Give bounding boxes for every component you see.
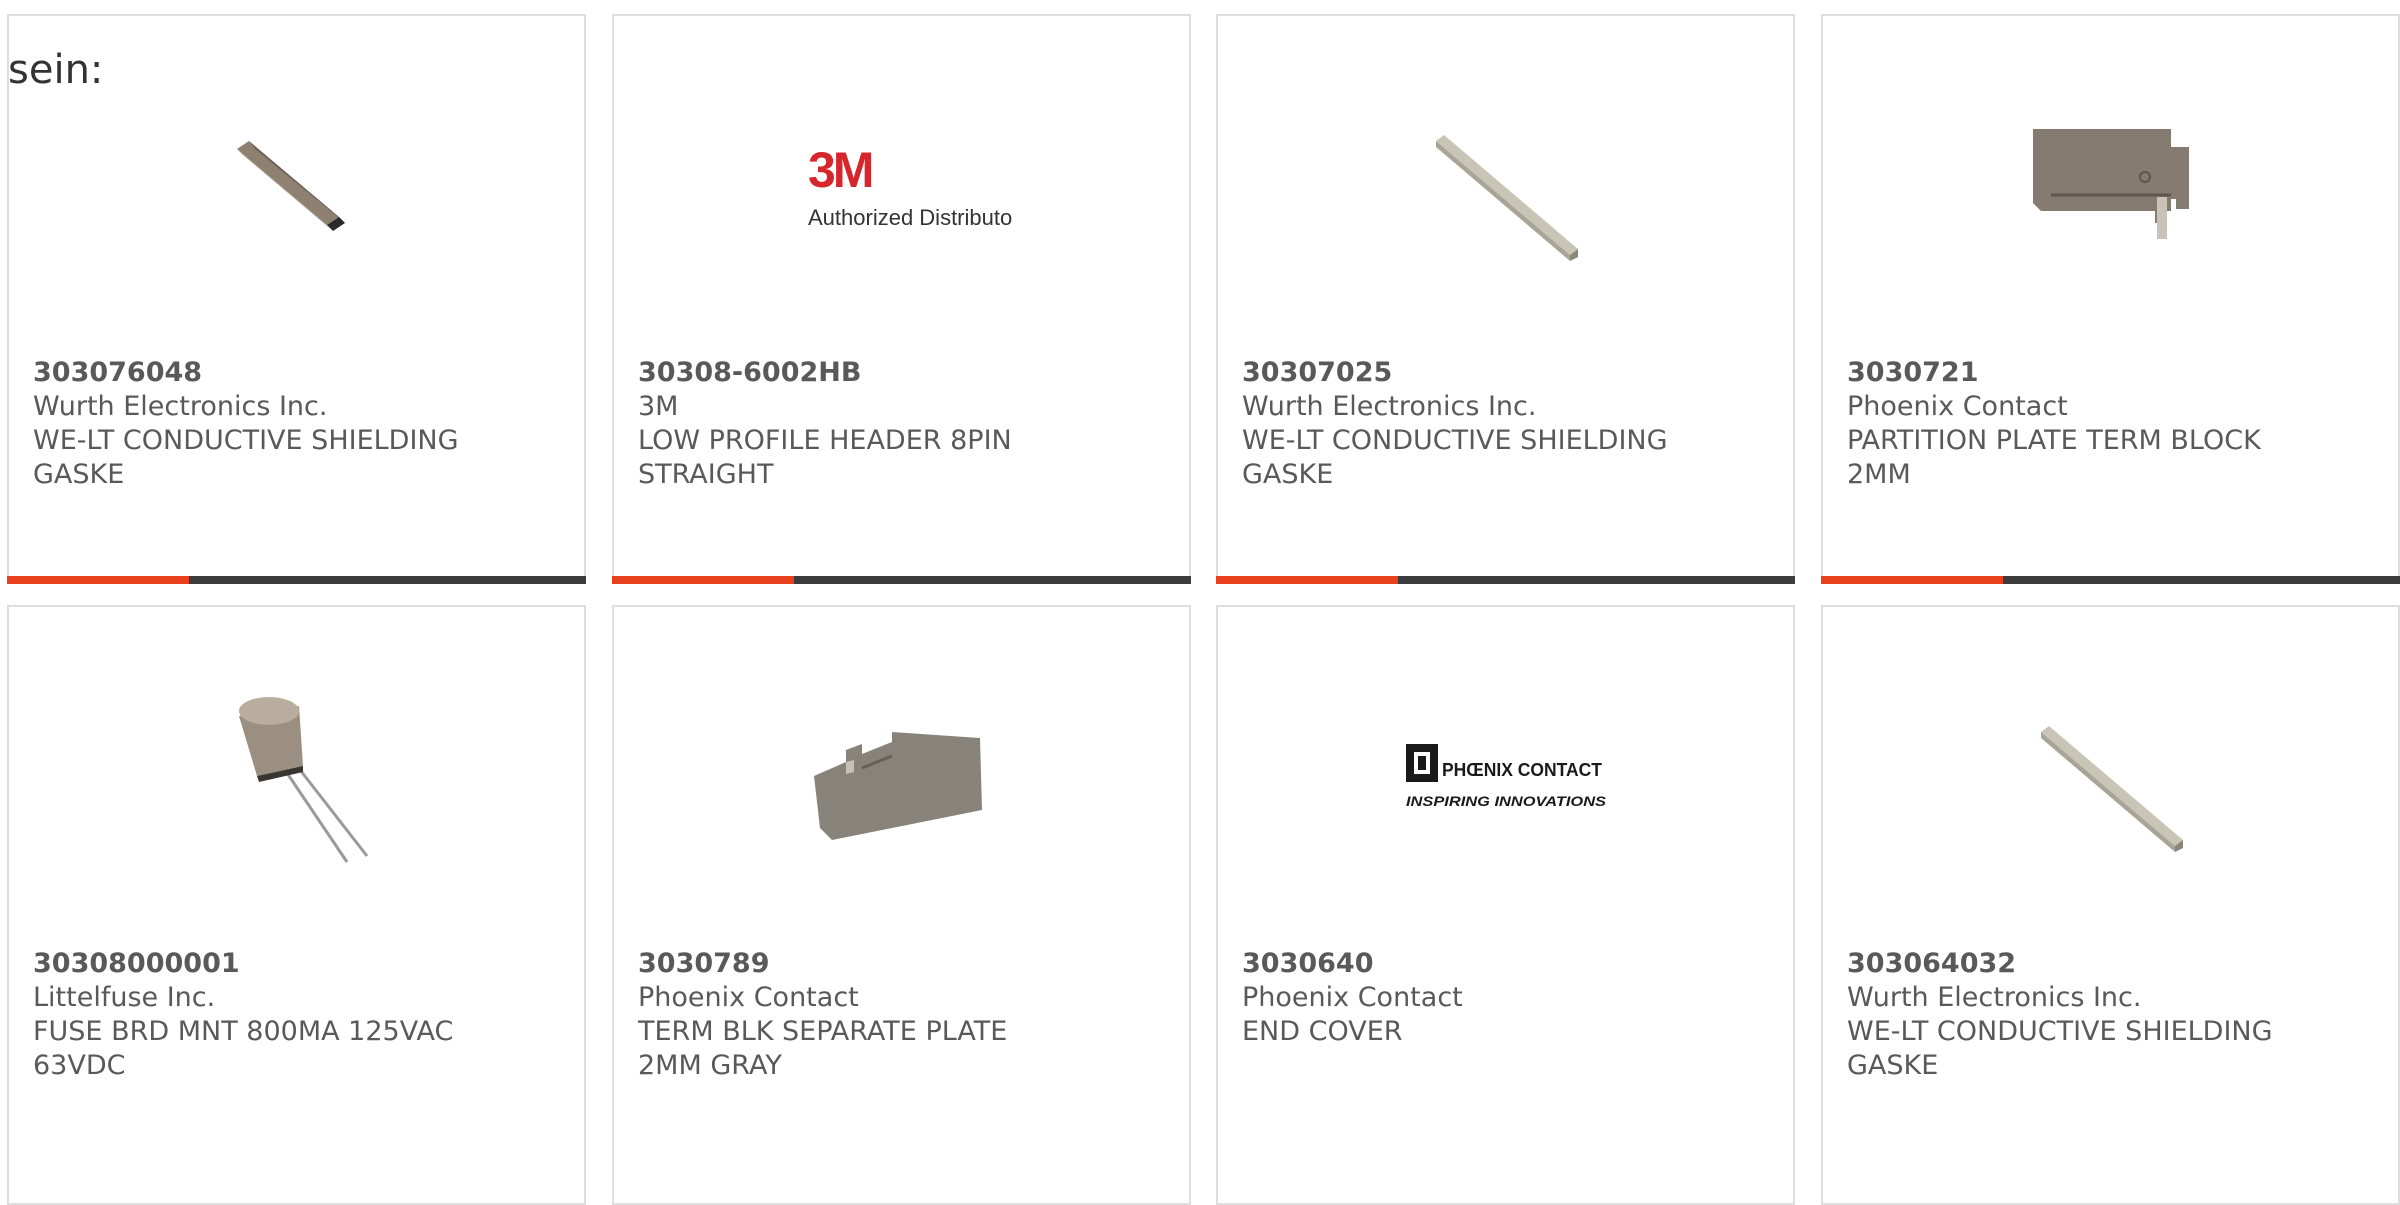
phoenix-contact-logo: PHŒNIX CONTACT INSPIRING INNOVATIONS [1405, 743, 1607, 809]
part-number[interactable]: 30307025 [1242, 356, 1769, 390]
product-card[interactable]: 30308000001 Littelfuse Inc. FUSE BRD MNT… [7, 605, 586, 1205]
product-card[interactable]: 3030789 Phoenix Contact TERM BLK SEPARAT… [612, 605, 1191, 1205]
card-accent-bar [1216, 576, 1795, 584]
part-number[interactable]: 3030789 [638, 947, 1165, 981]
gasket-block-image [236, 140, 345, 231]
product-image[interactable] [1218, 76, 1793, 301]
product-card[interactable]: 30307025 Wurth Electronics Inc. WE-LT CO… [1216, 14, 1795, 584]
manufacturer: 3M [638, 391, 679, 422]
product-image[interactable] [1823, 667, 2398, 892]
product-description: WE-LT CONDUCTIVE SHIELDING GASKE [1242, 425, 1668, 490]
product-card[interactable]: 303076048 Wurth Electronics Inc. WE-LT C… [7, 14, 586, 584]
product-image[interactable] [9, 76, 584, 301]
product-description: TERM BLK SEPARATE PLATE 2MM GRAY [638, 1016, 1008, 1081]
part-number[interactable]: 3030721 [1847, 356, 2374, 390]
separate-plate-image [813, 731, 982, 840]
3m-logo-text: 3M [808, 142, 872, 198]
product-card[interactable]: 303064032 Wurth Electronics Inc. WE-LT C… [1821, 605, 2400, 1205]
part-number[interactable]: 30308000001 [33, 947, 560, 981]
manufacturer: Wurth Electronics Inc. [1242, 391, 1537, 422]
gasket-strip-image [2040, 725, 2183, 852]
manufacturer: Wurth Electronics Inc. [1847, 982, 2142, 1013]
product-description: LOW PROFILE HEADER 8PIN STRAIGHT [638, 425, 1012, 490]
card-accent-bar [7, 576, 586, 584]
product-image[interactable]: PHŒNIX CONTACT INSPIRING INNOVATIONS [1218, 667, 1793, 892]
card-accent-bar [612, 576, 1191, 584]
product-image[interactable] [614, 667, 1189, 892]
phoenix-contact-logo-subtext: INSPIRING INNOVATIONS [1406, 793, 1607, 809]
fuse-image [238, 696, 368, 863]
manufacturer: Phoenix Contact [638, 982, 859, 1013]
partition-plate-image [2032, 128, 2189, 239]
3m-logo-subtext: Authorized Distributor [808, 205, 1012, 230]
product-description: FUSE BRD MNT 800MA 125VAC 63VDC [33, 1016, 454, 1081]
product-card[interactable]: 3M Authorized Distributor 30308-6002HB 3… [612, 14, 1191, 584]
product-description: WE-LT CONDUCTIVE SHIELDING GASKE [1847, 1016, 2273, 1081]
manufacturer: Littelfuse Inc. [33, 982, 216, 1013]
product-image[interactable] [1823, 76, 2398, 301]
product-card[interactable]: 3030721 Phoenix Contact PARTITION PLATE … [1821, 14, 2400, 584]
part-number[interactable]: 303076048 [33, 356, 560, 390]
manufacturer: Phoenix Contact [1242, 982, 1463, 1013]
product-card[interactable]: PHŒNIX CONTACT INSPIRING INNOVATIONS 303… [1216, 605, 1795, 1205]
intro-text: sein: [8, 47, 104, 93]
part-number[interactable]: 303064032 [1847, 947, 2374, 981]
phoenix-contact-logo-text: PHŒNIX CONTACT [1442, 760, 1602, 780]
manufacturer: Wurth Electronics Inc. [33, 391, 328, 422]
card-accent-bar [1821, 576, 2400, 584]
3m-logo: 3M Authorized Distributor [808, 142, 1012, 230]
product-description: END COVER [1242, 1016, 1403, 1047]
product-image[interactable] [9, 667, 584, 892]
product-image[interactable]: 3M Authorized Distributor [614, 76, 1189, 301]
part-number[interactable]: 3030640 [1242, 947, 1769, 981]
gasket-strip-image [1435, 134, 1578, 261]
part-number[interactable]: 30308-6002HB [638, 356, 1165, 390]
manufacturer: Phoenix Contact [1847, 391, 2068, 422]
product-description: PARTITION PLATE TERM BLOCK 2MM [1847, 425, 2261, 490]
product-description: WE-LT CONDUCTIVE SHIELDING GASKE [33, 425, 459, 490]
